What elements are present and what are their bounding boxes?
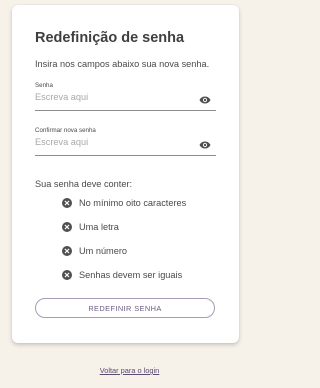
requirement-label: Uma letra xyxy=(79,222,119,232)
confirm-password-field: Confirmar nova senha xyxy=(35,126,216,156)
x-circle-icon xyxy=(62,270,72,280)
x-circle-icon xyxy=(62,198,72,208)
eye-icon[interactable] xyxy=(199,139,211,151)
requirement-label: Um número xyxy=(79,246,127,256)
x-circle-icon xyxy=(62,222,72,232)
page-subtitle: Insira nos campos abaixo sua nova senha. xyxy=(35,59,210,69)
confirm-password-input[interactable] xyxy=(35,137,185,147)
back-to-login-link[interactable]: Voltar para o login xyxy=(0,366,259,375)
eye-icon[interactable] xyxy=(199,94,211,106)
password-field: Senha xyxy=(35,81,216,111)
reset-password-card: Redefinição de senha Insira nos campos a… xyxy=(12,5,239,343)
reset-password-button[interactable]: REDEFINIR SENHA xyxy=(35,298,215,318)
page-title: Redefinição de senha xyxy=(35,30,185,46)
password-input[interactable] xyxy=(35,92,185,102)
confirm-password-label: Confirmar nova senha xyxy=(35,127,96,134)
requirements-title: Sua senha deve conter: xyxy=(35,179,133,189)
confirm-password-input-row xyxy=(35,135,216,156)
requirement-label: Senhas devem ser iguais xyxy=(79,270,183,280)
requirement-label: No mínimo oito caracteres xyxy=(79,198,187,208)
password-input-row xyxy=(35,90,216,111)
password-label: Senha xyxy=(35,82,53,89)
x-circle-icon xyxy=(62,246,72,256)
